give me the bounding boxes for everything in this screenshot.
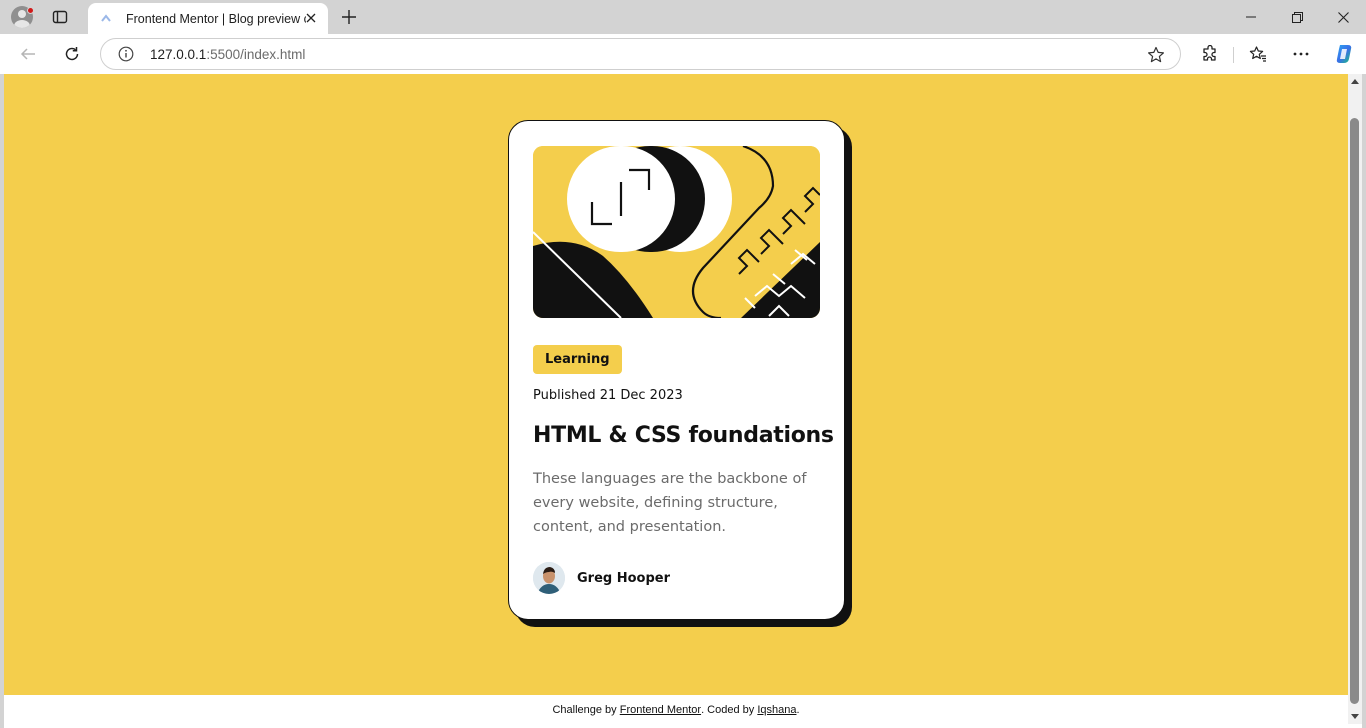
profile-button[interactable]: [7, 3, 37, 31]
back-icon: [20, 48, 35, 60]
extensions-icon: [1203, 45, 1216, 61]
notification-dot: [27, 7, 34, 14]
maximize-icon: [1291, 11, 1303, 23]
window-close-button[interactable]: [1320, 0, 1366, 34]
tab-actions-button[interactable]: [45, 3, 75, 31]
scrollbar-thumb[interactable]: [1350, 118, 1359, 704]
minimize-icon: [1246, 16, 1256, 18]
blog-description: These languages are the backbone of ever…: [533, 471, 807, 535]
reload-icon: [65, 47, 79, 61]
favorites-button[interactable]: [1243, 39, 1273, 69]
category-tag: Learning: [533, 345, 622, 374]
close-icon: [306, 13, 316, 23]
footer-middle: . Coded by: [701, 703, 755, 716]
tab-close-button[interactable]: [302, 9, 320, 27]
frontend-mentor-link[interactable]: Frontend Mentor: [620, 704, 701, 716]
toolbar-separator: [1233, 47, 1234, 63]
attribution-footer: Challenge by Frontend Mentor. Coded by I…: [4, 695, 1348, 724]
footer-prefix: Challenge by: [552, 703, 617, 716]
star-icon: [1148, 46, 1164, 63]
page-scrollbar[interactable]: [1348, 74, 1362, 724]
back-button[interactable]: [13, 39, 43, 69]
favorite-button[interactable]: [1146, 45, 1166, 65]
avatar: [533, 562, 565, 594]
reload-button[interactable]: [57, 39, 87, 69]
scroll-down-arrow[interactable]: [1351, 714, 1359, 719]
url-text[interactable]: 127.0.0.1:5500/index.html: [150, 47, 305, 62]
scroll-up-arrow[interactable]: [1351, 79, 1359, 84]
browser-toolbar: 127.0.0.1:5500/index.html: [0, 34, 1366, 74]
url-path: :5500/index.html: [206, 46, 306, 62]
settings-more-button[interactable]: [1286, 39, 1316, 69]
minimize-button[interactable]: [1228, 0, 1274, 34]
favicon-icon: [98, 11, 114, 27]
window-close-icon: [1337, 11, 1349, 23]
extensions-button[interactable]: [1195, 39, 1225, 69]
tab-bar: Frontend Mentor | Blog preview c: [0, 0, 1366, 34]
copilot-button[interactable]: [1329, 39, 1359, 69]
tabs-icon: [52, 10, 68, 24]
browser-tab[interactable]: Frontend Mentor | Blog preview c: [88, 3, 328, 34]
url-host: 127.0.0.1: [150, 46, 207, 62]
tab-title: Frontend Mentor | Blog preview c: [126, 11, 306, 26]
blog-card[interactable]: Learning Published 21 Dec 2023 HTML & CS…: [508, 120, 845, 620]
new-tab-button[interactable]: [334, 3, 364, 31]
info-icon[interactable]: [117, 45, 135, 63]
new-tab-icon: [342, 10, 356, 24]
blog-title[interactable]: HTML & CSS foundations: [533, 423, 834, 448]
author: Greg Hooper: [533, 562, 670, 594]
copilot-icon: [1336, 45, 1352, 63]
author-link[interactable]: Iqshana: [757, 704, 796, 716]
author-name: Greg Hooper: [577, 570, 671, 586]
page-viewport: Learning Published 21 Dec 2023 HTML & CS…: [4, 74, 1348, 724]
publish-date: Published 21 Dec 2023: [533, 388, 683, 403]
more-icon: [1293, 52, 1309, 56]
maximize-button[interactable]: [1274, 0, 1320, 34]
window-edge-right: [1362, 74, 1366, 728]
favorites-icon: [1249, 46, 1266, 62]
blog-illustration: [533, 146, 820, 318]
address-bar[interactable]: 127.0.0.1:5500/index.html: [100, 38, 1181, 70]
footer-suffix: .: [796, 703, 800, 716]
